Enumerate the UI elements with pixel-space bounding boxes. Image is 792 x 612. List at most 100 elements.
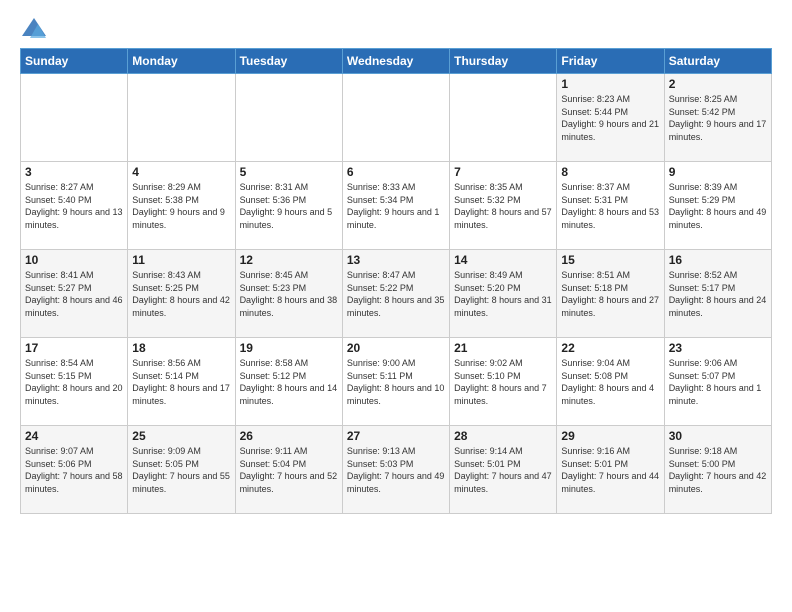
day-number: 20 [347,341,445,355]
day-number: 28 [454,429,552,443]
day-info: Sunrise: 8:31 AM Sunset: 5:36 PM Dayligh… [240,181,338,231]
day-number: 22 [561,341,659,355]
day-number: 10 [25,253,123,267]
day-info: Sunrise: 8:23 AM Sunset: 5:44 PM Dayligh… [561,93,659,143]
day-number: 16 [669,253,767,267]
calendar-cell: 28Sunrise: 9:14 AM Sunset: 5:01 PM Dayli… [450,426,557,514]
calendar-cell: 1 Sunrise: 8:23 AM Sunset: 5:44 PM Daylig… [557,74,664,162]
calendar-cell: 2 Sunrise: 8:25 AM Sunset: 5:42 PM Daylig… [664,74,771,162]
day-info: Sunrise: 8:35 AM Sunset: 5:32 PM Dayligh… [454,181,552,231]
day-number: 3 [25,165,123,179]
day-info: Sunrise: 8:27 AM Sunset: 5:40 PM Dayligh… [25,181,123,231]
day-number: 29 [561,429,659,443]
day-number: 25 [132,429,230,443]
calendar-cell: 29 Sunrise: 9:16 AM Sunset: 5:01 PM Dayli… [557,426,664,514]
day-info: Sunrise: 8:52 AM Sunset: 5:17 PM Dayligh… [669,269,767,319]
day-number: 9 [669,165,767,179]
day-info: Sunrise: 9:16 AM Sunset: 5:01 PM Dayligh… [561,445,659,495]
calendar-cell: 9 Sunrise: 8:39 AM Sunset: 5:29 PM Daylig… [664,162,771,250]
calendar-cell [21,74,128,162]
calendar-cell: 15 Sunrise: 8:51 AM Sunset: 5:18 PM Dayli… [557,250,664,338]
calendar-cell [128,74,235,162]
logo [20,16,52,40]
weekday-header: Wednesday [342,49,449,74]
day-info: Sunrise: 8:45 AM Sunset: 5:23 PM Dayligh… [240,269,338,319]
calendar-week-row: 10 Sunrise: 8:41 AM Sunset: 5:27 PM Dayli… [21,250,772,338]
day-info: Sunrise: 9:07 AM Sunset: 5:06 PM Dayligh… [25,445,123,495]
calendar-cell: 25 Sunrise: 9:09 AM Sunset: 5:05 PM Dayli… [128,426,235,514]
weekday-header-row: SundayMondayTuesdayWednesdayThursdayFrid… [21,49,772,74]
day-number: 13 [347,253,445,267]
day-info: Sunrise: 9:09 AM Sunset: 5:05 PM Dayligh… [132,445,230,495]
day-number: 17 [25,341,123,355]
calendar-cell: 16 Sunrise: 8:52 AM Sunset: 5:17 PM Dayli… [664,250,771,338]
day-info: Sunrise: 8:54 AM Sunset: 5:15 PM Dayligh… [25,357,123,407]
page-container: SundayMondayTuesdayWednesdayThursdayFrid… [0,0,792,524]
calendar-week-row: 3 Sunrise: 8:27 AM Sunset: 5:40 PM Daylig… [21,162,772,250]
day-info: Sunrise: 8:25 AM Sunset: 5:42 PM Dayligh… [669,93,767,143]
day-info: Sunrise: 9:18 AM Sunset: 5:00 PM Dayligh… [669,445,767,495]
calendar-cell: 8 Sunrise: 8:37 AM Sunset: 5:31 PM Daylig… [557,162,664,250]
calendar-week-row: 24 Sunrise: 9:07 AM Sunset: 5:06 PM Dayli… [21,426,772,514]
day-info: Sunrise: 8:56 AM Sunset: 5:14 PM Dayligh… [132,357,230,407]
calendar-cell: 19 Sunrise: 8:58 AM Sunset: 5:12 PM Dayli… [235,338,342,426]
day-info: Sunrise: 8:43 AM Sunset: 5:25 PM Dayligh… [132,269,230,319]
calendar-cell: 3 Sunrise: 8:27 AM Sunset: 5:40 PM Daylig… [21,162,128,250]
calendar-cell [235,74,342,162]
weekday-header: Thursday [450,49,557,74]
day-number: 1 [561,77,659,91]
day-info: Sunrise: 8:49 AM Sunset: 5:20 PM Dayligh… [454,269,552,319]
day-number: 11 [132,253,230,267]
day-number: 21 [454,341,552,355]
day-number: 30 [669,429,767,443]
day-number: 2 [669,77,767,91]
calendar-cell: 20 Sunrise: 9:00 AM Sunset: 5:11 PM Dayli… [342,338,449,426]
day-number: 27 [347,429,445,443]
day-number: 24 [25,429,123,443]
calendar-cell: 12 Sunrise: 8:45 AM Sunset: 5:23 PM Dayli… [235,250,342,338]
calendar-cell: 6 Sunrise: 8:33 AM Sunset: 5:34 PM Daylig… [342,162,449,250]
calendar-cell: 10 Sunrise: 8:41 AM Sunset: 5:27 PM Dayli… [21,250,128,338]
day-number: 12 [240,253,338,267]
calendar-week-row: 1 Sunrise: 8:23 AM Sunset: 5:44 PM Daylig… [21,74,772,162]
day-number: 7 [454,165,552,179]
day-number: 14 [454,253,552,267]
calendar-cell [342,74,449,162]
day-number: 19 [240,341,338,355]
day-info: Sunrise: 9:00 AM Sunset: 5:11 PM Dayligh… [347,357,445,407]
calendar-week-row: 17 Sunrise: 8:54 AM Sunset: 5:15 PM Dayli… [21,338,772,426]
day-info: Sunrise: 8:39 AM Sunset: 5:29 PM Dayligh… [669,181,767,231]
calendar: SundayMondayTuesdayWednesdayThursdayFrid… [20,48,772,514]
weekday-header: Friday [557,49,664,74]
calendar-cell: 21Sunrise: 9:02 AM Sunset: 5:10 PM Dayli… [450,338,557,426]
day-number: 15 [561,253,659,267]
day-number: 23 [669,341,767,355]
calendar-cell: 5 Sunrise: 8:31 AM Sunset: 5:36 PM Daylig… [235,162,342,250]
calendar-cell [450,74,557,162]
day-number: 26 [240,429,338,443]
header [20,16,772,40]
day-info: Sunrise: 8:51 AM Sunset: 5:18 PM Dayligh… [561,269,659,319]
day-info: Sunrise: 8:37 AM Sunset: 5:31 PM Dayligh… [561,181,659,231]
weekday-header: Sunday [21,49,128,74]
day-info: Sunrise: 9:06 AM Sunset: 5:07 PM Dayligh… [669,357,767,407]
day-number: 18 [132,341,230,355]
day-info: Sunrise: 8:33 AM Sunset: 5:34 PM Dayligh… [347,181,445,231]
calendar-cell: 14 Sunrise: 8:49 AM Sunset: 5:20 PM Dayli… [450,250,557,338]
day-number: 5 [240,165,338,179]
calendar-cell: 17 Sunrise: 8:54 AM Sunset: 5:15 PM Dayli… [21,338,128,426]
calendar-cell: 23 Sunrise: 9:06 AM Sunset: 5:07 PM Dayli… [664,338,771,426]
day-info: Sunrise: 8:29 AM Sunset: 5:38 PM Dayligh… [132,181,230,231]
day-number: 8 [561,165,659,179]
day-info: Sunrise: 8:58 AM Sunset: 5:12 PM Dayligh… [240,357,338,407]
calendar-cell: 24 Sunrise: 9:07 AM Sunset: 5:06 PM Dayli… [21,426,128,514]
day-info: Sunrise: 9:04 AM Sunset: 5:08 PM Dayligh… [561,357,659,407]
calendar-cell: 22 Sunrise: 9:04 AM Sunset: 5:08 PM Dayli… [557,338,664,426]
logo-icon [20,16,48,40]
day-number: 4 [132,165,230,179]
calendar-cell: 4 Sunrise: 8:29 AM Sunset: 5:38 PM Daylig… [128,162,235,250]
day-info: Sunrise: 9:11 AM Sunset: 5:04 PM Dayligh… [240,445,338,495]
calendar-cell: 11 Sunrise: 8:43 AM Sunset: 5:25 PM Dayli… [128,250,235,338]
day-number: 6 [347,165,445,179]
day-info: Sunrise: 8:41 AM Sunset: 5:27 PM Dayligh… [25,269,123,319]
